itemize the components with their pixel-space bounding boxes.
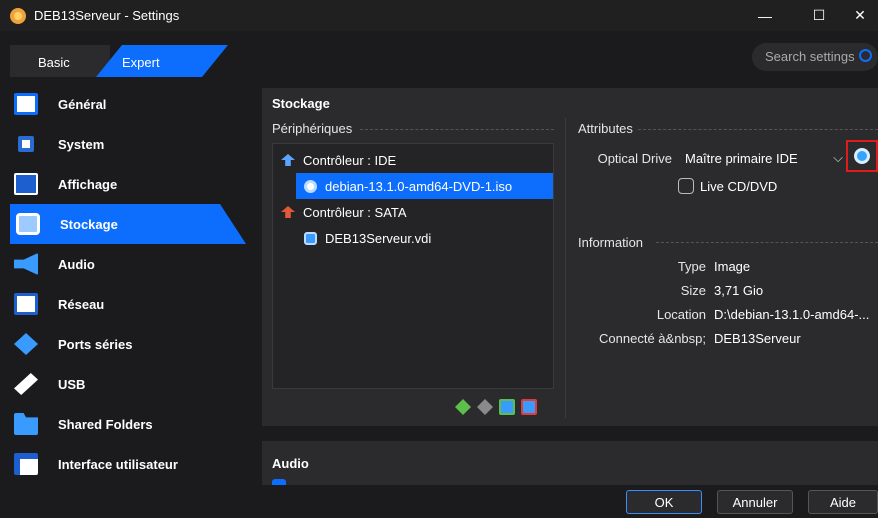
help-button[interactable]: Aide	[808, 490, 878, 514]
speaker-icon	[14, 253, 38, 275]
info-size-label: Size	[680, 283, 706, 298]
main-content: Search settings Stockage Périphériques C…	[252, 31, 878, 485]
sidebar: Basic Expert Général System Affichage St…	[0, 31, 252, 485]
info-location-value: D:\debian-13.1.0-amd64-...	[714, 307, 870, 322]
nav-serial-ports[interactable]: Ports séries	[0, 324, 252, 364]
optical-drive-select[interactable]: Maître primaire IDE ⌵	[676, 145, 852, 171]
audio-panel: Audio	[262, 441, 878, 485]
devices-label: Périphériques	[272, 121, 353, 136]
info-connected-value: DEB13Serveur	[714, 331, 801, 346]
chevron-down-icon: ⌵	[833, 150, 843, 165]
storage-panel: Stockage Périphériques Contrôleur : IDE …	[262, 88, 878, 426]
divider	[638, 129, 878, 130]
live-cd-checkbox[interactable]	[678, 178, 694, 194]
add-controller-icon[interactable]	[455, 399, 471, 415]
hard-disk-icon	[304, 231, 317, 245]
optical-disc-icon	[854, 148, 870, 164]
chip-icon	[18, 136, 34, 152]
monitor-icon	[14, 93, 38, 115]
nav-label: Général	[58, 96, 107, 112]
tree-toolbar	[455, 399, 537, 415]
title-bar: DEB13Serveur - Settings — ☐ ✕	[0, 0, 878, 31]
tree-label: Contrôleur : IDE	[303, 152, 397, 168]
info-type-label: Type	[677, 259, 706, 274]
nav-label: Audio	[58, 256, 95, 272]
nav-label: System	[58, 136, 105, 152]
folder-icon	[14, 413, 38, 435]
usb-icon	[14, 373, 38, 395]
remove-controller-icon[interactable]	[477, 399, 493, 415]
nav-label: Stockage	[60, 216, 118, 232]
minimize-button[interactable]: —	[742, 0, 788, 31]
nav-network[interactable]: Réseau	[0, 284, 252, 324]
nav-display[interactable]: Affichage	[0, 164, 252, 204]
ui-icon	[14, 453, 38, 475]
live-cd-label: Live CD/DVD	[700, 179, 778, 194]
tree-item-sata-controller[interactable]: Contrôleur : SATA	[273, 199, 553, 225]
optical-drive-value: Maître primaire IDE	[685, 151, 798, 166]
tree-item-ide-controller[interactable]: Contrôleur : IDE	[273, 147, 553, 173]
virtualbox-icon	[10, 7, 26, 24]
choose-disk-button[interactable]	[846, 140, 878, 172]
tree-label: debian-13.1.0-amd64-DVD-1.iso	[325, 178, 513, 194]
window-title: DEB13Serveur - Settings	[34, 8, 180, 23]
storage-icon	[16, 213, 40, 235]
divider	[360, 129, 554, 130]
nav-shared-folders[interactable]: Shared Folders	[0, 404, 252, 444]
info-location-label: Location	[656, 307, 706, 322]
nav-label: Affichage	[58, 176, 118, 192]
section-title: Audio	[272, 456, 309, 471]
close-button[interactable]: ✕	[842, 0, 878, 31]
controller-icon	[281, 206, 295, 218]
info-size-value: 3,71 Gio	[714, 283, 764, 298]
cancel-button[interactable]: Annuler	[717, 490, 793, 514]
ok-button[interactable]: OK	[626, 490, 702, 514]
nav-label: Shared Folders	[58, 416, 153, 432]
nav-user-interface[interactable]: Interface utilisateur	[0, 444, 252, 484]
info-connected-label: Connecté à&nbsp;	[599, 331, 706, 346]
tree-label: Contrôleur : SATA	[303, 204, 407, 220]
footer: OK Annuler Aide	[0, 485, 878, 518]
section-title: Stockage	[272, 96, 330, 111]
nav-general[interactable]: Général	[0, 84, 252, 124]
serial-icon	[14, 333, 38, 355]
information-label: Information	[578, 235, 644, 250]
storage-tree[interactable]: Contrôleur : IDE debian-13.1.0-amd64-DVD…	[272, 143, 554, 389]
optical-disc-icon	[304, 179, 317, 193]
remove-attachment-icon[interactable]	[521, 399, 537, 415]
controller-icon	[281, 154, 295, 166]
splitter[interactable]	[565, 118, 566, 418]
attributes-label: Attributes	[578, 121, 633, 136]
network-icon	[14, 293, 38, 315]
nav-system[interactable]: System	[0, 124, 252, 164]
search-input[interactable]: Search settings	[752, 43, 878, 71]
tab-expert[interactable]: Expert	[96, 45, 228, 77]
tree-label: DEB13Serveur.vdi	[325, 230, 432, 246]
nav-usb[interactable]: USB	[0, 364, 252, 404]
tree-item-iso[interactable]: debian-13.1.0-amd64-DVD-1.iso	[296, 173, 553, 199]
nav-storage[interactable]: Stockage	[10, 204, 246, 244]
nav-label: Interface utilisateur	[58, 456, 178, 472]
display-icon	[14, 173, 38, 195]
search-placeholder: Search settings	[765, 49, 855, 64]
search-icon	[859, 49, 872, 62]
optical-drive-label: Optical Drive	[597, 151, 672, 166]
info-type-value: Image	[714, 259, 751, 274]
divider	[656, 242, 878, 243]
tab-basic[interactable]: Basic	[10, 45, 110, 77]
add-attachment-icon[interactable]	[499, 399, 515, 415]
maximize-button[interactable]: ☐	[796, 0, 842, 31]
nav-audio[interactable]: Audio	[0, 244, 252, 284]
nav-label: USB	[58, 376, 86, 392]
tree-item-vdi[interactable]: DEB13Serveur.vdi	[273, 225, 553, 251]
nav-label: Réseau	[58, 296, 105, 312]
nav-label: Ports séries	[58, 336, 133, 352]
